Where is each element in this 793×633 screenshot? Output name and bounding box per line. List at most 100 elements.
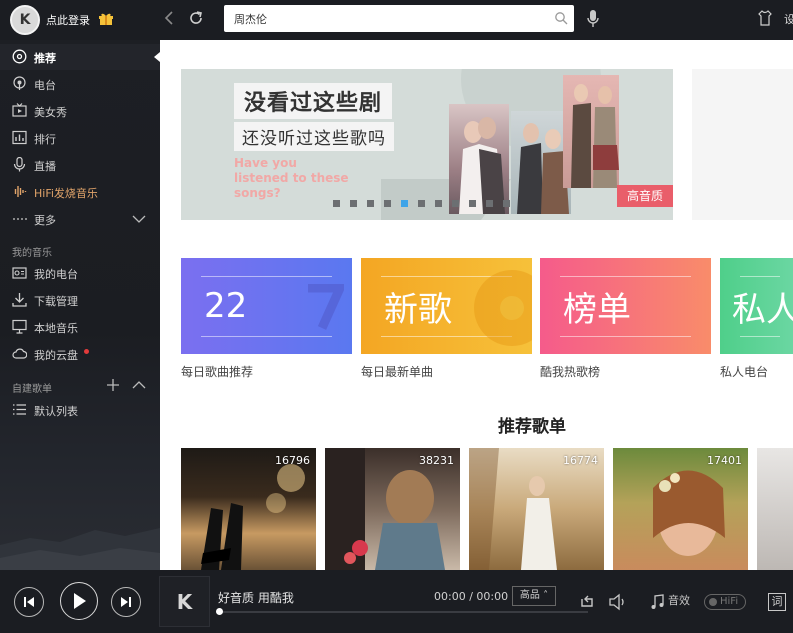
notification-dot	[84, 349, 89, 354]
banner-dot[interactable]	[503, 200, 510, 207]
music-note-icon[interactable]	[650, 594, 664, 610]
progress-track[interactable]	[216, 611, 588, 613]
list-icon	[13, 404, 26, 415]
banner-subtitle: 还没听过这些歌吗	[234, 122, 394, 151]
mountain-decoration	[0, 528, 160, 570]
my-music-heading: 我的音乐	[12, 248, 52, 259]
sidebar-item-more[interactable]: 更多	[0, 206, 160, 232]
card-label[interactable]: 私人电台	[720, 363, 768, 380]
lyric-button[interactable]: 词	[768, 593, 786, 611]
seven-decoration	[308, 284, 344, 330]
search-input[interactable]	[234, 9, 544, 28]
card-hot-chart[interactable]: 榜单	[540, 258, 711, 354]
sidebar-item-radio[interactable]: 电台	[0, 71, 160, 97]
cover-logo: K	[176, 589, 193, 614]
chevron-down-icon[interactable]	[132, 214, 146, 224]
effect-label[interactable]: 音效	[668, 592, 690, 608]
repeat-icon[interactable]	[578, 593, 596, 611]
card-label[interactable]: 酷我热歌榜	[540, 363, 600, 380]
sidebar-item-show[interactable]: 美女秀	[0, 98, 160, 124]
main-content: 没看过这些剧 还没听过这些歌吗 Have you listened to the…	[160, 40, 793, 570]
banner-dot[interactable]	[469, 200, 476, 207]
card-new-songs[interactable]: 新歌	[361, 258, 532, 354]
sidebar-item-label: 更多	[34, 214, 56, 227]
next-button[interactable]	[111, 587, 141, 617]
sidebar-item-recommend[interactable]: 推荐	[0, 44, 160, 70]
chart-icon	[12, 130, 27, 145]
sidebar-item-default-list[interactable]: 默认列表	[0, 397, 160, 423]
chevron-up-icon[interactable]	[132, 380, 146, 390]
banner-dot[interactable]	[367, 200, 374, 207]
voice-search-icon[interactable]	[586, 9, 600, 29]
sidebar-item-hifi[interactable]: HiFi发烧音乐	[0, 179, 160, 205]
radio-icon	[13, 76, 26, 90]
recommend-title: 推荐歌单	[498, 417, 566, 437]
banner-dot[interactable]	[418, 200, 425, 207]
play-icon	[74, 593, 86, 609]
play-button[interactable]	[60, 582, 98, 620]
sidebar-item-my-radio[interactable]: 我的电台	[0, 260, 160, 286]
banner-dot[interactable]	[452, 200, 459, 207]
card-title: 新歌	[384, 289, 452, 330]
tv-icon	[12, 103, 27, 117]
sidebar-item-download[interactable]: 下载管理	[0, 287, 160, 313]
avatar-letter: K	[19, 12, 31, 28]
cloud-icon	[12, 348, 27, 359]
play-count: 16796	[275, 454, 310, 467]
sidebar-item-rank[interactable]: 排行	[0, 125, 160, 151]
playlist-thumb[interactable]: 38231	[325, 448, 460, 570]
settings-label-cut[interactable]: 设	[784, 11, 793, 27]
hifi-label: HiFi	[720, 596, 739, 607]
card-label[interactable]: 每日歌曲推荐	[181, 363, 253, 380]
high-quality-badge: 高音质	[617, 185, 673, 207]
hifi-toggle[interactable]: HiFi	[704, 594, 746, 610]
gift-icon[interactable]	[98, 11, 114, 26]
sidebar-item-label: 电台	[34, 79, 56, 92]
playlist-thumb[interactable]: 16774	[469, 448, 604, 570]
toggle-knob	[709, 598, 717, 606]
sidebar-item-live[interactable]: 直播	[0, 152, 160, 178]
sidebar-item-label: 默认列表	[34, 405, 78, 418]
sidebar-item-cloud[interactable]: 我的云盘	[0, 341, 160, 367]
playlist-thumb[interactable]: 16796	[181, 448, 316, 570]
avatar[interactable]: K	[10, 5, 40, 35]
banner-dot[interactable]	[333, 200, 340, 207]
card-private-radio[interactable]: 私人	[720, 258, 793, 354]
card-daily-recommend[interactable]: 22	[181, 258, 352, 354]
play-count: 17401	[707, 454, 742, 467]
banner-dot[interactable]	[486, 200, 493, 207]
banner-dot[interactable]	[401, 200, 408, 207]
skin-icon[interactable]	[758, 10, 772, 26]
previous-button[interactable]	[14, 587, 44, 617]
banner[interactable]: 没看过这些剧 还没听过这些歌吗 Have you listened to the…	[181, 69, 673, 220]
search-icon[interactable]	[554, 11, 568, 25]
back-icon[interactable]	[160, 8, 180, 28]
banner-photo	[563, 75, 619, 188]
progress-handle[interactable]	[216, 608, 223, 615]
refresh-icon[interactable]	[186, 8, 206, 28]
play-count: 38231	[419, 454, 454, 467]
album-cover[interactable]: K	[159, 576, 210, 627]
banner-next-preview[interactable]	[692, 69, 793, 220]
banner-dot[interactable]	[435, 200, 442, 207]
card-label[interactable]: 每日最新单曲	[361, 363, 433, 380]
quality-label: 高品	[519, 590, 540, 601]
quality-selector[interactable]: 高品 ˄	[512, 586, 556, 606]
playlist-thumb[interactable]: 17401	[613, 448, 748, 570]
volume-icon[interactable]	[608, 593, 628, 611]
add-playlist-icon[interactable]	[106, 378, 120, 392]
banner-english-text: Have you listened to these songs?	[234, 156, 349, 200]
login-link[interactable]: 点此登录	[46, 12, 90, 28]
player-bar: K 好音质 用酷我 00:00 / 00:00 高品 ˄ 音效 HiFi 词	[0, 570, 793, 633]
sidebar-item-local[interactable]: 本地音乐	[0, 314, 160, 340]
radio-box-icon	[12, 267, 27, 279]
mic-icon	[13, 157, 26, 172]
playlist-thumb[interactable]	[757, 448, 793, 570]
sidebar-item-label: HiFi发烧音乐	[34, 187, 98, 200]
previous-icon	[24, 597, 34, 607]
banner-pagination	[333, 200, 510, 208]
banner-dot[interactable]	[350, 200, 357, 207]
banner-dot[interactable]	[384, 200, 391, 207]
banner-photo	[449, 104, 509, 214]
dots-icon	[13, 218, 27, 220]
